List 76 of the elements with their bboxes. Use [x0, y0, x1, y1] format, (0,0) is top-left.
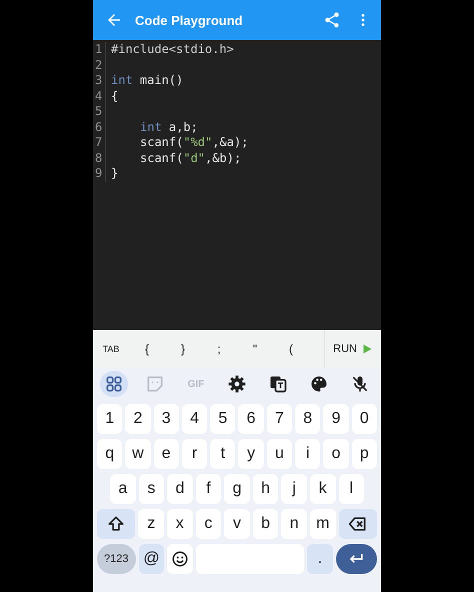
share-icon[interactable] [323, 11, 341, 29]
line-number: 3 [93, 73, 106, 88]
key[interactable]: b [252, 509, 278, 539]
shortcut-key[interactable]: ; [201, 330, 237, 368]
code-line: { [111, 88, 118, 104]
key[interactable]: m [310, 509, 336, 539]
backspace-key[interactable] [338, 509, 377, 539]
smiley-icon [171, 550, 190, 568]
key[interactable]: n [281, 509, 307, 539]
code-line: int main() [111, 73, 184, 88]
key[interactable]: 1 [97, 404, 122, 434]
translate-icon[interactable] [268, 374, 288, 394]
line-number: 5 [93, 104, 106, 120]
code-line: } [111, 166, 118, 182]
code-line: scanf("d",&b); [140, 150, 242, 166]
key[interactable]: w [125, 439, 151, 469]
key[interactable]: g [224, 474, 250, 504]
line-number: 9 [93, 166, 106, 182]
key[interactable]: c [196, 509, 222, 539]
key[interactable]: l [338, 474, 364, 504]
shortcut-key[interactable]: " [237, 330, 273, 368]
line-number: 1 [93, 42, 106, 58]
line-number: 2 [93, 58, 106, 73]
key[interactable]: d [167, 474, 193, 504]
microphone-off-icon[interactable] [350, 374, 370, 394]
key[interactable]: p [352, 439, 377, 469]
key[interactable]: a [110, 474, 136, 504]
key[interactable]: 7 [266, 404, 292, 434]
key[interactable]: i [295, 439, 320, 469]
key[interactable]: 2 [125, 404, 151, 434]
shortcut-key[interactable]: ( [273, 330, 309, 368]
key[interactable]: o [323, 439, 349, 469]
enter-key[interactable] [336, 544, 378, 574]
key[interactable]: u [266, 439, 292, 469]
key[interactable]: f [196, 474, 222, 504]
key[interactable]: 8 [295, 404, 320, 434]
settings-icon[interactable] [227, 374, 247, 394]
line-number: 8 [93, 150, 106, 166]
key[interactable]: v [224, 509, 250, 539]
key[interactable]: 9 [323, 404, 349, 434]
palette-icon[interactable] [309, 374, 329, 394]
key[interactable]: x [167, 509, 193, 539]
key[interactable]: 5 [210, 404, 236, 434]
key[interactable]: 3 [154, 404, 179, 434]
key[interactable]: t [210, 439, 236, 469]
code-line: #include<stdio.h> [111, 42, 234, 58]
key[interactable]: 0 [352, 404, 377, 434]
key[interactable]: . [307, 544, 333, 574]
key[interactable]: q [97, 439, 122, 469]
app-title: Code Playground [135, 12, 243, 28]
key[interactable]: e [154, 439, 179, 469]
key[interactable]: j [281, 474, 307, 504]
play-icon [361, 343, 373, 355]
key[interactable]: y [238, 439, 264, 469]
line-number: 6 [93, 120, 106, 135]
key[interactable]: h [252, 474, 278, 504]
apps-grid-icon[interactable] [104, 374, 124, 394]
line-number: 7 [93, 135, 106, 150]
code-editor[interactable]: 1 #include<stdio.h> 2 3 int main() 4 { 5 6 int a,b; 7 scanf("%d",&a); 8 scanf("d",&b); 9 } [93, 40, 381, 330]
shift-key[interactable] [97, 509, 136, 539]
key[interactable]: z [138, 509, 164, 539]
key[interactable]: 4 [182, 404, 208, 434]
emoji-key[interactable] [167, 544, 194, 574]
shortcut-key[interactable]: { [129, 330, 165, 368]
key[interactable]: @ [138, 544, 164, 574]
selected-highlight[interactable] [100, 371, 128, 397]
line-number: 4 [93, 88, 106, 104]
key[interactable]: 6 [238, 404, 264, 434]
key[interactable]: r [182, 439, 208, 469]
code-line: scanf("%d",&a); [140, 135, 248, 150]
shortcut-key[interactable]: TAB [93, 330, 129, 368]
shortcut-key[interactable]: } [165, 330, 201, 368]
code-line: int a,b; [140, 120, 198, 135]
key[interactable]: k [310, 474, 336, 504]
symbols-key[interactable]: ?123 [97, 544, 136, 574]
key[interactable]: s [138, 474, 164, 504]
